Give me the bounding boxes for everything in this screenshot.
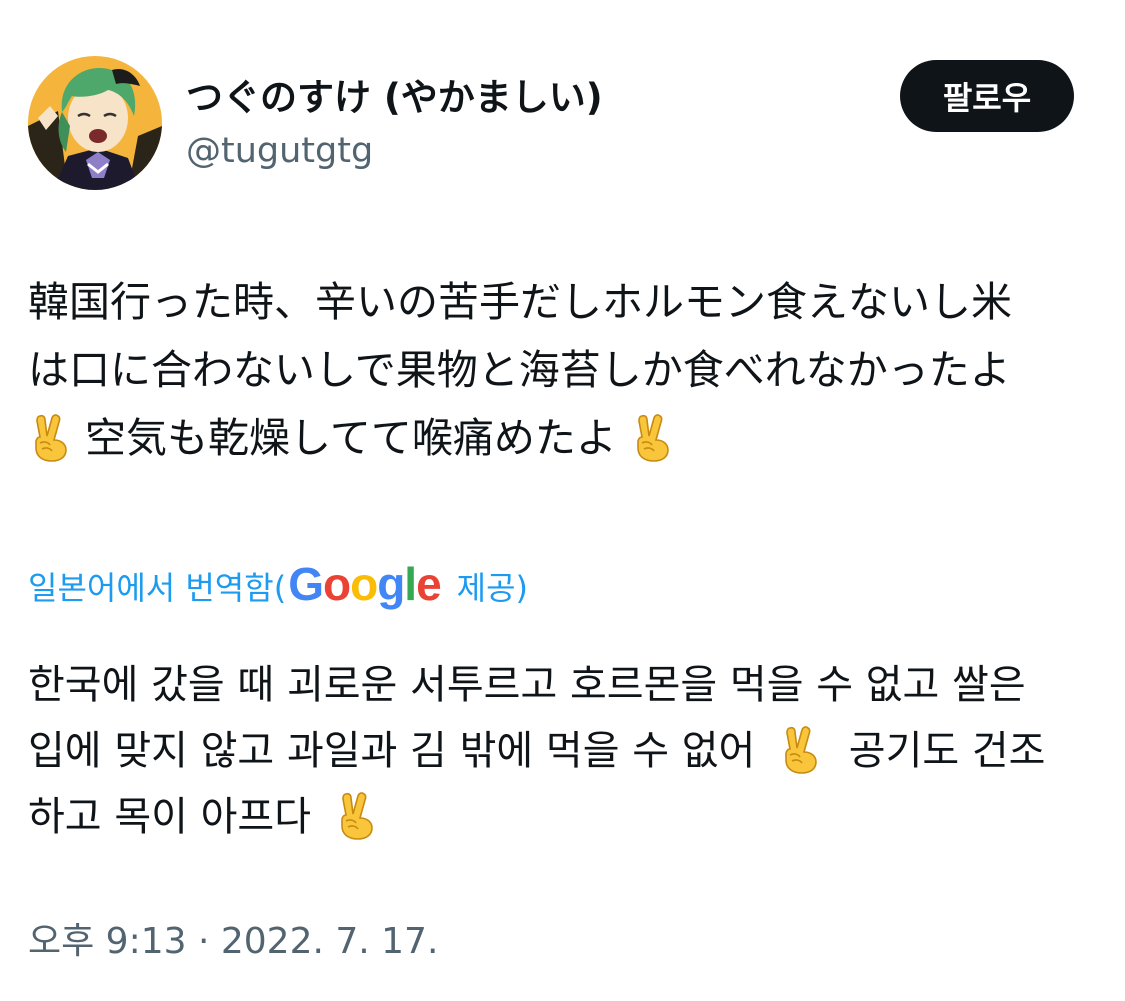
tweet-line-text: 空気も乾燥してて喉痛めたよ <box>85 414 617 462</box>
translated-line-text: 공기도 건조 <box>848 728 1046 774</box>
translated-line-text: 입에 맞지 않고 과일과 김 밖에 먹을 수 없어 <box>28 728 756 774</box>
translated-line: 입에 맞지 않고 과일과 김 밖에 먹을 수 없어 공기도 건조 <box>28 718 1103 784</box>
translated-body: 한국에 갔을 때 괴로운 서투르고 호르몬을 먹을 수 없고 쌀은 입에 맞지 … <box>28 652 1103 850</box>
victory-hand-emoji-icon <box>28 412 72 462</box>
tweet-line: 韓国行った時、辛いの苦手だしホルモン食えないし米 <box>28 278 1012 326</box>
anime-character-avatar-icon <box>28 56 162 190</box>
tweet-line: は口に合わないしで果物と海苔しか食べれなかったよ <box>28 346 1011 394</box>
victory-hand-emoji-icon <box>334 790 378 840</box>
tweet-body: 韓国行った時、辛いの苦手だしホルモン食えないし米 は口に合わないしで果物と海苔し… <box>28 268 1103 472</box>
translated-line: 하고 목이 아프다 <box>28 784 1103 850</box>
tweet-header: つぐのすけ (やかましい) @tugutgtg 팔로우 <box>0 0 1125 200</box>
author-handle[interactable]: @tugutgtg <box>186 128 373 174</box>
translated-by-link[interactable]: 일본어에서 번역함( Google 제공) <box>28 556 528 616</box>
victory-hand-emoji-icon <box>630 412 674 462</box>
victory-hand-emoji-icon <box>778 724 822 774</box>
translation-suffix: 제공) <box>456 569 529 607</box>
author-display-name[interactable]: つぐのすけ (やかましい) <box>186 74 603 122</box>
tweet-timestamp[interactable]: 오후 9:13 · 2022. 7. 17. <box>28 918 438 966</box>
google-logo-icon: Google <box>288 558 441 610</box>
translated-line: 한국에 갔을 때 괴로운 서투르고 호르몬을 먹을 수 없고 쌀은 <box>28 662 1026 708</box>
translation-prefix: 일본어에서 번역함( <box>28 569 287 607</box>
follow-button[interactable]: 팔로우 <box>900 60 1074 132</box>
author-avatar[interactable] <box>28 56 162 190</box>
tweet-line: 空気も乾燥してて喉痛めたよ <box>28 404 1103 472</box>
translated-line-text: 하고 목이 아프다 <box>28 794 312 840</box>
